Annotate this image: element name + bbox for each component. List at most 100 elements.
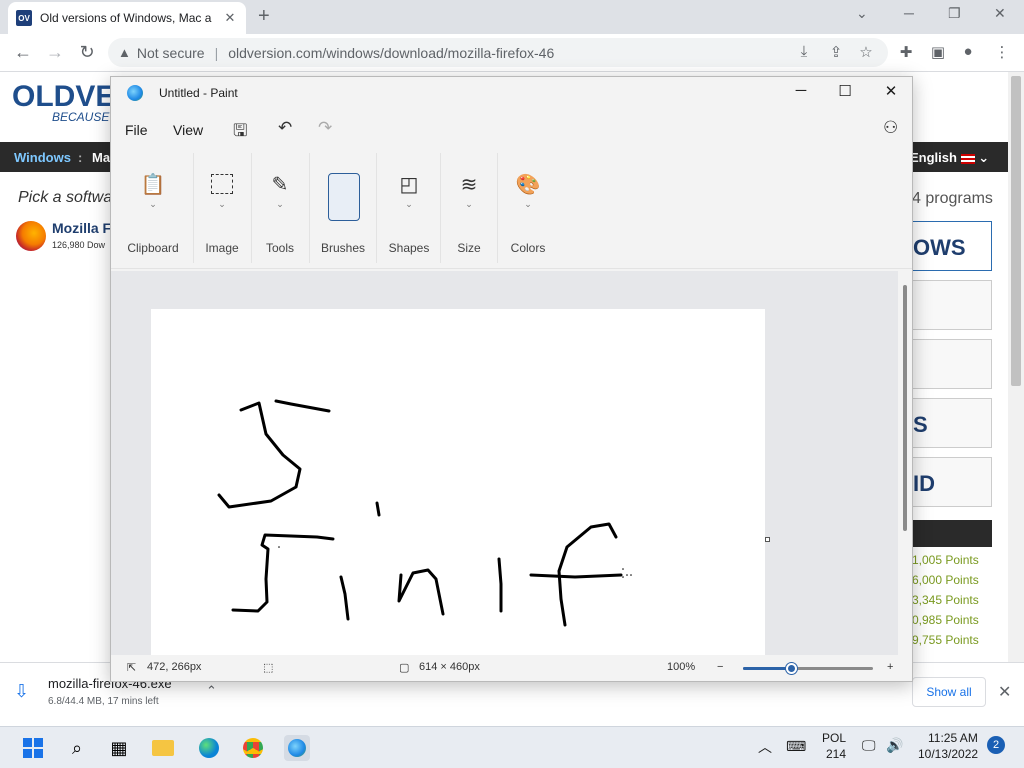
sidebar-button[interactable]: S: [912, 398, 992, 448]
paint-window: Untitled - Paint ─ ☐ ✕ File View 🖫 ↶ ↷ ⚇…: [110, 76, 913, 682]
clipboard-icon: 📋: [140, 173, 166, 196]
start-windows-icon[interactable]: [20, 735, 46, 761]
firefox-icon[interactable]: [16, 221, 46, 251]
keyboard-icon[interactable]: ⌨: [786, 738, 806, 755]
site-logo[interactable]: OLDVE: [12, 80, 115, 114]
address-bar[interactable]: ▲ Not secure | oldversion.com/windows/do…: [108, 38, 888, 67]
redo-icon[interactable]: ↷: [318, 118, 332, 138]
network-icon[interactable]: 🖵: [862, 737, 876, 754]
group-tools[interactable]: ✎ ⌄ Tools: [255, 169, 305, 256]
zoom-in-icon[interactable]: +: [887, 661, 893, 673]
paint-maximize-icon[interactable]: ☐: [825, 82, 865, 100]
group-clipboard[interactable]: 📋 ⌄ Clipboard: [123, 169, 183, 256]
input-language[interactable]: POL: [822, 731, 846, 745]
paint-ribbon: 📋 ⌄ Clipboard ⌄ Image ✎ ⌄ Tools 🖌 ⌄ Brus…: [111, 149, 912, 269]
selection-size-icon: ⬚: [263, 662, 274, 674]
new-tab-icon[interactable]: +: [258, 6, 270, 26]
sidebar-button[interactable]: ID: [912, 457, 992, 507]
canvas-size: 614 × 460px: [419, 661, 480, 673]
tab-close-icon[interactable]: ✕: [222, 10, 238, 26]
zoom-slider-thumb[interactable]: [786, 663, 798, 674]
sidebar-button-windows[interactable]: OWS: [912, 221, 992, 271]
tab-strip: OV Old versions of Windows, Mac a ✕ + ⌄ …: [0, 0, 1024, 34]
chevron-up-icon[interactable]: ︿: [758, 737, 772, 757]
download-count: 126,980 Dow: [52, 240, 106, 250]
back-icon[interactable]: ←: [12, 42, 34, 62]
palette-icon: 🎨: [515, 173, 541, 196]
nav-windows[interactable]: Windows: [14, 150, 71, 165]
blocked-download-icon[interactable]: ⤓: [794, 43, 814, 60]
points-entry: 3,345 Points: [912, 593, 979, 607]
save-icon[interactable]: 🖫: [233, 118, 247, 147]
show-all-button[interactable]: Show all: [912, 677, 986, 707]
zoom-slider-fill: [743, 667, 793, 670]
paint-titlebar[interactable]: Untitled - Paint ─ ☐ ✕: [111, 77, 912, 109]
undo-icon[interactable]: ↶: [278, 118, 292, 138]
group-size[interactable]: ≋ ⌄ Size: [445, 169, 493, 256]
group-colors[interactable]: 🎨 ⌄ Colors: [503, 169, 553, 256]
programs-count: 4 programs: [912, 190, 993, 207]
drawing-canvas[interactable]: [151, 309, 765, 655]
chrome-icon[interactable]: [240, 735, 266, 761]
sidebar-button[interactable]: [912, 280, 992, 330]
paint-menubar: File View 🖫 ↶ ↷ ⚇: [111, 113, 912, 143]
points-entry: 1,005 Points: [912, 553, 979, 567]
zoom-slider[interactable]: [743, 663, 873, 674]
language-selector[interactable]: English ⌄: [910, 150, 989, 166]
shapes-icon: ◰: [399, 173, 419, 196]
group-image[interactable]: ⌄ Image: [197, 169, 247, 255]
select-icon: [197, 169, 247, 199]
scrollbar-thumb[interactable]: [903, 285, 907, 531]
canvas-scrollbar[interactable]: [900, 271, 912, 655]
restore-icon[interactable]: ❐: [948, 5, 961, 22]
reload-icon[interactable]: ↻: [76, 42, 98, 62]
url-text: oldversion.com/windows/download/mozilla-…: [228, 44, 555, 61]
drawing-strokes: [217, 399, 632, 627]
security-label: Not secure: [136, 44, 205, 61]
nav-mac[interactable]: Ma: [92, 150, 110, 165]
chevron-up-icon[interactable]: ⌃: [206, 683, 217, 699]
menu-view[interactable]: View: [173, 122, 203, 138]
side-panel-icon[interactable]: ▣: [928, 43, 948, 61]
paint-taskbar-icon[interactable]: [284, 735, 310, 761]
cursor-position-icon: ⇱: [127, 662, 137, 674]
paint-close-icon[interactable]: ✕: [871, 82, 911, 100]
canvas-resize-handle[interactable]: [765, 537, 770, 542]
menu-file[interactable]: File: [125, 122, 148, 138]
software-name[interactable]: Mozilla F: [52, 220, 111, 236]
browser-tab[interactable]: OV Old versions of Windows, Mac a ✕: [8, 2, 246, 34]
minimize-icon[interactable]: ─: [904, 5, 914, 21]
search-icon[interactable]: ⌕: [64, 735, 90, 761]
tab-search-chevron-icon[interactable]: ⌄: [856, 5, 868, 22]
sidebar-button[interactable]: [912, 339, 992, 389]
edge-icon[interactable]: [196, 735, 222, 761]
clock-date[interactable]: 10/13/2022: [918, 747, 978, 761]
group-shapes[interactable]: ◰ ⌄ Shapes: [381, 169, 437, 256]
file-explorer-icon[interactable]: [150, 735, 176, 761]
notification-badge[interactable]: 2: [987, 736, 1005, 754]
points-entry: 9,755 Points: [912, 633, 979, 647]
task-view-icon[interactable]: ▦: [106, 735, 132, 761]
share-settings-icon[interactable]: ⚇: [883, 118, 898, 138]
bookmark-star-icon[interactable]: ☆: [856, 43, 876, 61]
size-icon: ≋: [460, 173, 478, 196]
close-download-bar-icon[interactable]: ✕: [998, 682, 1011, 702]
group-label: Colors: [510, 241, 546, 255]
page-scrollbar[interactable]: [1008, 72, 1024, 662]
zoom-out-icon[interactable]: −: [717, 661, 723, 673]
points-entry: 0,985 Points: [912, 613, 979, 627]
clock-time[interactable]: 11:25 AM: [928, 731, 978, 745]
menu-kebab-icon[interactable]: ⋮: [992, 43, 1012, 61]
forward-icon[interactable]: →: [44, 42, 66, 62]
extensions-icon[interactable]: ✚: [896, 43, 916, 61]
share-icon[interactable]: ⇪: [826, 43, 846, 61]
close-window-icon[interactable]: ✕: [994, 5, 1006, 22]
group-label: Size: [457, 241, 481, 255]
pick-software-text: Pick a softwa: [18, 189, 113, 206]
paint-app-icon: [127, 85, 143, 101]
volume-icon[interactable]: 🔊: [886, 737, 903, 754]
scrollbar-thumb[interactable]: [1011, 76, 1021, 386]
sidebar-header: [912, 520, 992, 547]
profile-avatar-icon[interactable]: ●: [958, 43, 978, 60]
paint-minimize-icon[interactable]: ─: [781, 82, 821, 99]
